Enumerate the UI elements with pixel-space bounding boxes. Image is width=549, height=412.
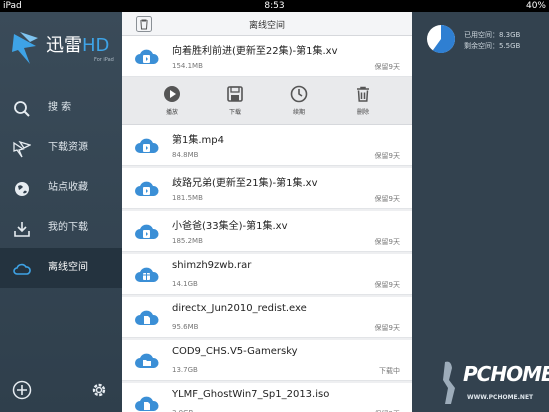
file-row[interactable]: 小爸爸(33集全)-第1集.xv 185.2MB 保留9天 bbox=[122, 211, 412, 252]
file-name: 向着胜利前进(更新至22集)-第1集.xv bbox=[172, 46, 338, 57]
trash-icon bbox=[357, 86, 369, 102]
sidebar-item-offline-space[interactable]: 离线空间 bbox=[0, 248, 122, 288]
globe-icon bbox=[15, 182, 29, 196]
sidebar-item-resources[interactable]: 下载资源 bbox=[0, 128, 122, 168]
add-icon[interactable] bbox=[12, 380, 32, 400]
file-name: 歧路兄弟(更新至21集)-第1集.xv bbox=[172, 178, 318, 189]
file-size: 13.7GB bbox=[172, 366, 198, 374]
download-icon bbox=[14, 222, 30, 237]
file-size: 95.6MB bbox=[172, 323, 199, 331]
gear-icon[interactable] bbox=[89, 380, 109, 400]
file-status: 保留9天 bbox=[374, 195, 400, 203]
file-name: 小爸爸(33集全)-第1集.xv bbox=[172, 221, 288, 232]
file-status: 保留9天 bbox=[374, 324, 400, 332]
file-size: 84.8MB bbox=[172, 151, 199, 159]
sidebar-item-label: 我的下载 bbox=[48, 222, 88, 233]
video-cloud-icon bbox=[135, 224, 159, 239]
cloud-icon bbox=[13, 263, 31, 275]
download-button[interactable]: 下载 bbox=[215, 85, 255, 119]
delete-label: 删除 bbox=[356, 109, 369, 116]
play-button[interactable]: 播放 bbox=[152, 85, 192, 119]
sidebar-item-label: 站点收藏 bbox=[48, 182, 88, 193]
sidebar-item-downloads[interactable]: 我的下载 bbox=[0, 208, 122, 248]
video-cloud-icon bbox=[135, 49, 159, 64]
file-status: 保留9天 bbox=[374, 238, 400, 246]
sidebar-item-label: 搜 索 bbox=[48, 102, 72, 113]
archive-cloud-icon bbox=[135, 267, 159, 282]
app-brand-sub: For iPad bbox=[94, 57, 114, 63]
search-icon bbox=[14, 101, 30, 117]
file-name: COD9_CHS.V5-Gamersky bbox=[172, 346, 298, 357]
file-cloud-icon bbox=[135, 396, 159, 411]
sidebar-item-label: 下载资源 bbox=[48, 142, 88, 153]
sidebar: 迅雷HD For iPad 搜 索 下载资源 站点收藏 我的下载 离线空间 bbox=[0, 12, 122, 412]
renew-button[interactable]: 续期 bbox=[279, 85, 319, 119]
folder-cloud-icon bbox=[135, 353, 159, 368]
storage-used: 已用空间：8.3GB bbox=[464, 31, 521, 39]
bird-icon bbox=[13, 140, 31, 158]
file-row[interactable]: YLMF_GhostWin7_Sp1_2013.iso3.0GB保留9天 bbox=[122, 383, 412, 412]
clock-icon bbox=[290, 85, 308, 103]
storage-usage: 已用空间：8.3GB 剩余空间：5.5GB bbox=[464, 30, 520, 52]
file-status: 保留9天 bbox=[374, 63, 400, 71]
sidebar-item-search[interactable]: 搜 索 bbox=[0, 88, 122, 128]
panel-title: 离线空间 bbox=[248, 21, 285, 31]
app-logo: 迅雷HD For iPad bbox=[10, 28, 120, 74]
video-cloud-icon bbox=[135, 181, 159, 196]
play-label: 播放 bbox=[165, 109, 178, 116]
file-cloud-icon bbox=[135, 310, 159, 325]
panel-header: 离线空间 bbox=[122, 12, 412, 36]
battery-level: 40% bbox=[525, 1, 546, 11]
save-icon bbox=[227, 86, 243, 102]
file-action-bar: 播放 下载 续期 删除 bbox=[122, 77, 412, 125]
file-name: shimzh9zwb.rar bbox=[172, 260, 252, 271]
file-name: directx_Jun2010_redist.exe bbox=[172, 303, 307, 314]
file-size: 181.5MB bbox=[172, 194, 203, 202]
file-status: 下载中 bbox=[379, 367, 400, 375]
watermark: PCHOME WWW.PCHOME.NET bbox=[437, 356, 549, 408]
file-row[interactable]: 向着胜利前进(更新至22集)-第1集.xv 154.1MB 保留9天 bbox=[122, 36, 412, 77]
offline-space-panel: 离线空间 向着胜利前进(更新至22集)-第1集.xv 154.1MB 保留9天 第1集… bbox=[122, 12, 412, 412]
thunder-bird-icon bbox=[12, 32, 38, 64]
file-name: 第1集.mp4 bbox=[172, 135, 224, 146]
file-size: 154.1MB bbox=[172, 62, 203, 70]
watermark-url: WWW.PCHOME.NET bbox=[467, 394, 534, 401]
file-row[interactable]: COD9_CHS.V5-Gamersky 13.7GB 下载中 bbox=[122, 340, 412, 381]
app-brand: 迅雷HD bbox=[46, 35, 110, 56]
storage-free: 剩余空间：5.5GB bbox=[464, 42, 521, 50]
file-size: 185.2MB bbox=[172, 237, 203, 245]
app-window: iPad 8:53 40% 迅雷HD For iPad 搜 索 下载资源 站点收… bbox=[0, 0, 549, 412]
play-icon bbox=[164, 86, 180, 102]
watermark-figure-icon bbox=[443, 361, 455, 404]
video-cloud-icon bbox=[135, 138, 159, 153]
clock: 8:53 bbox=[264, 1, 285, 11]
file-row[interactable]: 第1集.mp4 84.8MB 保留9天 bbox=[122, 125, 412, 166]
storage-area: 已用空间：8.3GB 剩余空间：5.5GB bbox=[412, 12, 549, 412]
status-bar: iPad 8:53 40% bbox=[0, 0, 549, 12]
sidebar-item-favorites[interactable]: 站点收藏 bbox=[0, 168, 122, 208]
file-status: 保留9天 bbox=[374, 281, 400, 289]
sidebar-item-label: 离线空间 bbox=[48, 262, 88, 273]
file-row[interactable]: directx_Jun2010_redist.exe 95.6MB 保留9天 bbox=[122, 297, 412, 338]
file-status: 保留9天 bbox=[374, 152, 400, 160]
file-row[interactable]: 歧路兄弟(更新至21集)-第1集.xv 181.5MB 保留9天 bbox=[122, 168, 412, 209]
sidebar-nav: 搜 索 下载资源 站点收藏 我的下载 离线空间 bbox=[0, 88, 122, 288]
renew-label: 续期 bbox=[292, 109, 305, 116]
file-name: YLMF_GhostWin7_Sp1_2013.iso bbox=[172, 389, 330, 400]
download-label: 下载 bbox=[228, 109, 241, 116]
file-row[interactable]: shimzh9zwb.rar 14.1GB 保留9天 bbox=[122, 254, 412, 295]
delete-button[interactable]: 删除 bbox=[343, 85, 383, 119]
watermark-text: PCHOME bbox=[463, 362, 549, 386]
file-size: 14.1GB bbox=[172, 280, 198, 288]
storage-pie-chart bbox=[427, 25, 455, 53]
